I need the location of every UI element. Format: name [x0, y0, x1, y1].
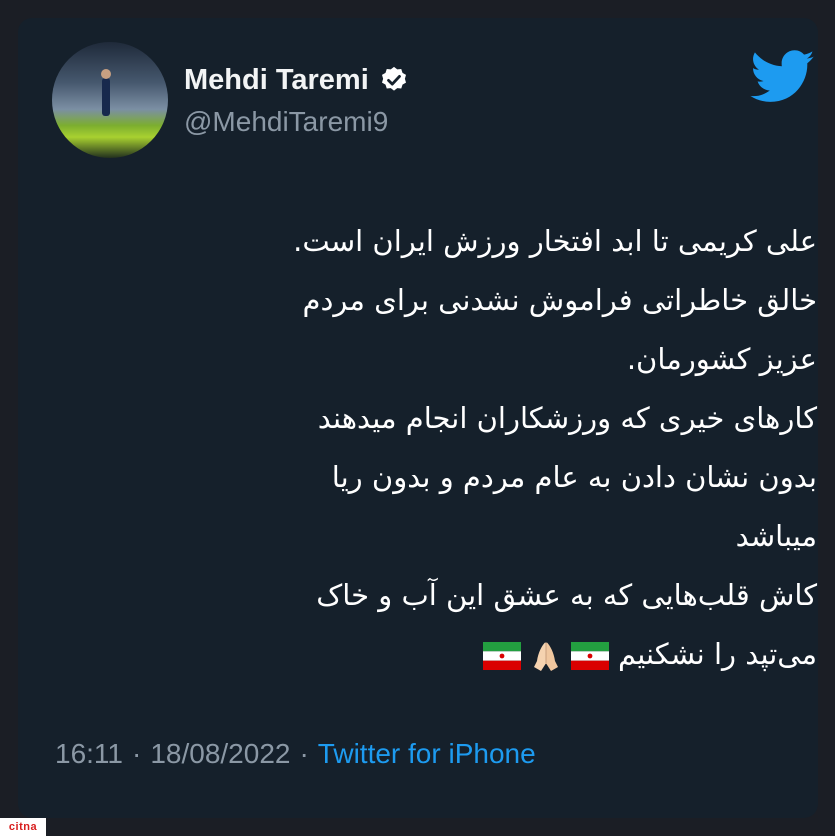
tweet-line-text: می‌تپد را نشکنیم — [617, 637, 817, 671]
user-handle[interactable]: @MehdiTaremi9 — [184, 106, 388, 138]
tweet-metadata: 16:11 · 18/08/2022 · Twitter for iPhone — [55, 735, 536, 773]
tweet-line: خالق خاطراتی فراموش نشدنی برای مردم — [302, 283, 818, 317]
iran-flag-icon — [482, 642, 521, 670]
tweet-line: میباشد — [735, 519, 817, 553]
tweet-date[interactable]: 18/08/2022 — [150, 738, 290, 770]
watermark-logo: citna — [0, 818, 46, 836]
separator: · — [299, 738, 309, 769]
avatar[interactable] — [52, 42, 168, 158]
separator: · — [132, 738, 142, 769]
tweet-line: کاش قلب‌هایی که به عشق این آب و خاک — [316, 578, 817, 612]
tweet-line: عزیز کشورمان. — [626, 342, 817, 376]
display-name[interactable]: Mehdi Taremi — [184, 64, 369, 97]
tweet-text: علی کریمی تا ابد افتخار ورزش ایران است. … — [117, 212, 817, 684]
avatar-player-figure — [101, 69, 111, 116]
tweet-line-last: می‌تپد را نشکنیم — [117, 625, 817, 684]
tweet-source-link[interactable]: Twitter for iPhone — [318, 738, 536, 770]
author-row: Mehdi Taremi — [184, 62, 409, 98]
folded-hands-icon — [533, 642, 558, 671]
tweet-time[interactable]: 16:11 — [55, 738, 123, 770]
twitter-bird-icon[interactable] — [750, 50, 816, 104]
tweet-line: بدون نشان دادن به عام مردم و بدون ریا — [331, 460, 817, 494]
tweet-line: کارهای خیری که ورزشکاران انجام میدهند — [317, 401, 817, 435]
verified-badge-icon — [381, 66, 406, 91]
tweet-line: علی کریمی تا ابد افتخار ورزش ایران است. — [293, 224, 817, 258]
iran-flag-icon — [570, 642, 609, 670]
